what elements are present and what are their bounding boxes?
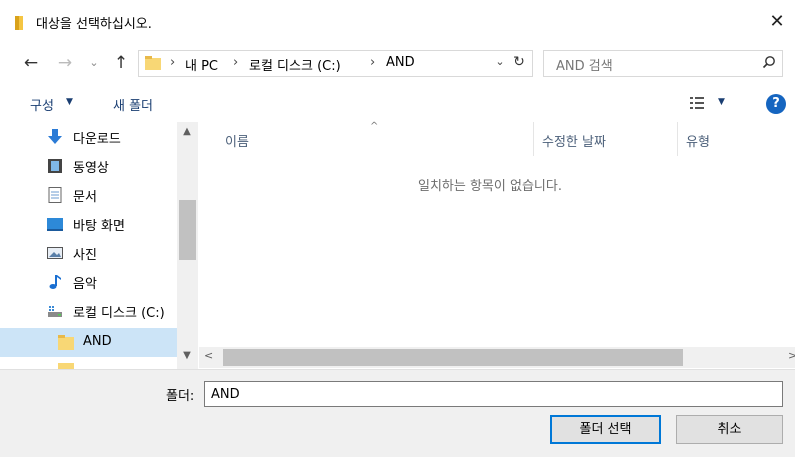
scroll-down-icon[interactable]: ▼	[180, 350, 194, 361]
sidebar-item-downloads[interactable]: 다운로드	[0, 122, 177, 151]
sidebar-item-desktop[interactable]: 바탕 화면	[0, 209, 177, 238]
arrow-up-icon: ↑	[113, 53, 129, 73]
sidebar-item-label: 문서	[73, 190, 97, 205]
document-icon	[48, 187, 62, 203]
sidebar-item-label: 음악	[73, 277, 97, 292]
refresh-button[interactable]: ↻	[511, 54, 527, 70]
arrow-right-icon: →	[57, 53, 73, 73]
organize-button[interactable]: 구성	[30, 95, 54, 114]
breadcrumb-local-disk[interactable]: 로컬 디스크 (C:)	[249, 55, 341, 74]
sidebar-item-music[interactable]: 음악	[0, 267, 177, 296]
video-icon	[48, 159, 62, 173]
drive-icon	[48, 306, 62, 317]
column-header-type[interactable]: 유형	[686, 131, 710, 150]
breadcrumb-separator: ›	[233, 55, 239, 70]
sidebar-item-pictures[interactable]: 사진	[0, 238, 177, 267]
sidebar-item-label: 바탕 화면	[73, 219, 125, 234]
scrollbar-thumb[interactable]	[223, 349, 683, 366]
breadcrumb-this-pc[interactable]: 내 PC	[185, 55, 218, 74]
app-icon	[15, 16, 23, 30]
chevron-down-icon: ⌄	[495, 55, 505, 68]
column-header-date-modified[interactable]: 수정한 날짜	[542, 131, 606, 150]
caret-down-icon: ▼	[66, 97, 73, 107]
column-divider[interactable]	[677, 122, 678, 156]
picture-icon	[47, 247, 63, 259]
caret-down-icon[interactable]: ▼	[718, 97, 725, 107]
folder-icon	[58, 335, 74, 350]
view-options-icon[interactable]	[690, 96, 704, 110]
download-icon	[48, 129, 62, 144]
arrow-left-icon: ←	[23, 53, 39, 73]
help-icon[interactable]: ?	[766, 94, 786, 114]
music-icon	[49, 275, 61, 289]
column-divider[interactable]	[533, 122, 534, 156]
sidebar-item-partial	[0, 358, 177, 369]
new-folder-button[interactable]: 새 폴더	[113, 95, 153, 114]
column-header-name[interactable]: 이름	[225, 131, 249, 150]
sidebar-item-local-disk[interactable]: 로컬 디스크 (C:)	[0, 296, 177, 325]
sidebar-item-label: 동영상	[73, 161, 109, 176]
desktop-icon	[47, 218, 63, 231]
folder-icon	[145, 56, 161, 70]
scroll-up-icon[interactable]: ▲	[180, 126, 194, 137]
empty-list-message: 일치하는 항목이 없습니다.	[418, 179, 562, 194]
search-placeholder: AND 검색	[556, 59, 613, 74]
breadcrumb-separator: ›	[370, 55, 376, 70]
sidebar-item-videos[interactable]: 동영상	[0, 151, 177, 180]
refresh-icon: ↻	[513, 54, 525, 70]
select-folder-button[interactable]: 폴더 선택	[550, 415, 661, 444]
back-button[interactable]: ←	[18, 52, 44, 74]
scrollbar-thumb[interactable]	[179, 200, 196, 260]
folder-field-label: 폴더:	[166, 389, 195, 404]
close-button[interactable]: ✕	[763, 8, 791, 36]
sidebar-item-label: 다운로드	[73, 132, 121, 147]
breadcrumb-separator: ›	[170, 55, 176, 70]
cancel-button[interactable]: 취소	[676, 415, 783, 444]
sidebar-item-label: AND	[83, 334, 112, 349]
forward-button[interactable]: →	[52, 52, 78, 74]
navigation-pane: 다운로드 동영상 문서 바탕 화면 사진 음악 로컬 디스크 (C:) AND	[0, 122, 198, 369]
sidebar-item-label: 로컬 디스크 (C:)	[73, 306, 165, 321]
sort-ascending-icon: ^	[370, 121, 379, 132]
up-button[interactable]: ↑	[108, 52, 134, 74]
scroll-right-icon[interactable]: >	[788, 349, 795, 362]
window-title: 대상을 선택하십시오.	[36, 17, 152, 32]
scroll-left-icon[interactable]: <	[204, 349, 213, 362]
address-dropdown-button[interactable]: ⌄	[492, 55, 508, 68]
sidebar-item-documents[interactable]: 문서	[0, 180, 177, 209]
recent-locations-button[interactable]: ⌄	[84, 52, 104, 74]
file-list[interactable]	[199, 122, 795, 369]
sidebar-item-label: 사진	[73, 248, 97, 263]
chevron-down-icon: ⌄	[89, 56, 99, 69]
sidebar-item-and[interactable]: AND	[0, 328, 177, 357]
search-icon[interactable]	[762, 55, 776, 69]
breadcrumb-and[interactable]: AND	[386, 55, 415, 70]
folder-name-input[interactable]	[204, 381, 783, 407]
